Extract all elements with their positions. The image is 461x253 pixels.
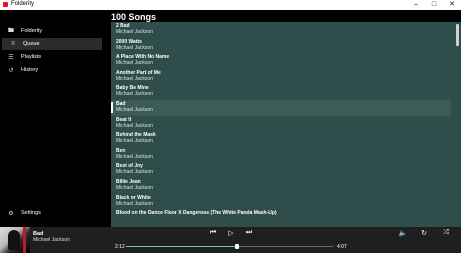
gear-icon: ⚙ [8, 210, 14, 217]
history-icon: ↺ [8, 67, 14, 74]
song-title: Black or White [116, 194, 151, 201]
repeat-icon: ↻ [421, 230, 427, 237]
page-title: 100 Songs [111, 12, 157, 22]
song-artist: Michael Jackson [116, 153, 153, 160]
skip-previous-icon: ⏮ [209, 229, 217, 236]
volume-button[interactable]: 🔈 [398, 229, 408, 237]
song-row[interactable]: Beat It Michael Jackson [111, 116, 451, 132]
sidebar-item-history[interactable]: ↺ History [0, 64, 106, 76]
progress-fill [126, 246, 237, 247]
sidebar-item-settings[interactable]: ⚙ Settings [0, 207, 106, 219]
song-artist: Michael Jackson [116, 75, 153, 82]
maximize-button[interactable]: □ [425, 0, 443, 10]
song-title: 2 Bad [116, 23, 130, 29]
sidebar-item-label: Settings [21, 210, 41, 216]
skip-next-icon: ⏭ [245, 229, 253, 236]
song-list[interactable]: Blood on the Dance Floor X Dangerous (Th… [111, 22, 461, 227]
song-row[interactable]: 2 Bad Michael Jackson [111, 22, 451, 38]
volume-icon: 🔈 [398, 230, 408, 237]
song-row[interactable]: Another Part of Me Michael Jackson [111, 69, 451, 85]
song-artist: Michael Jackson [116, 91, 153, 98]
song-row[interactable]: Billie Jean Michael Jackson [111, 178, 451, 194]
song-artist: Michael Jackson [116, 29, 153, 35]
song-artist: Michael Jackson [116, 185, 153, 191]
song-title: Best of Joy [116, 163, 143, 170]
song-title: Beat It [116, 116, 132, 123]
song-artist: Michael Jackson [116, 122, 153, 129]
queue-icon: ≡ [11, 41, 15, 47]
song-row[interactable]: Baby Be Mine Michael Jackson [111, 84, 451, 100]
song-title: Ben [116, 147, 126, 154]
song-row[interactable]: Ben Michael Jackson [111, 147, 451, 163]
main-content: 100 Songs Blood on the Dance Floor X Dan… [106, 10, 461, 227]
sidebar-item-playlists[interactable]: ☰ Playlists [0, 51, 106, 63]
song-title: Billie Jean [116, 179, 141, 185]
play-button[interactable]: ▷ [226, 229, 236, 237]
song-row[interactable]: Bad Michael Jackson [111, 100, 451, 116]
song-artist: Michael Jackson [116, 200, 153, 207]
song-row[interactable]: Blood on the Dance Floor X Dangerous (Th… [111, 209, 451, 225]
sidebar-item-label: Folderity [21, 28, 43, 34]
progress-slider[interactable] [126, 244, 333, 249]
song-row[interactable]: 2000 Watts Michael Jackson [111, 38, 451, 54]
sidebar-item-queue[interactable]: ≡ Queue [2, 38, 102, 50]
song-row[interactable]: Best of Joy Michael Jackson [111, 162, 451, 178]
total-duration: 4:07 [337, 244, 347, 250]
window-title: Folderity [11, 1, 35, 7]
song-artist: Michael Jackson [116, 44, 153, 51]
close-button[interactable]: ✕ [443, 0, 461, 10]
song-title: Behind the Mask [116, 132, 156, 139]
shuffle-button[interactable]: ⤮ [441, 229, 451, 237]
song-title: Baby Be Mine [116, 85, 149, 92]
scrollbar-thumb[interactable] [456, 24, 459, 46]
elapsed-time: 2:12 [115, 244, 125, 250]
play-icon: ▷ [228, 230, 234, 237]
song-title: Blood on the Dance Floor X Dangerous (Th… [116, 210, 277, 217]
song-title: Bad [116, 101, 126, 107]
now-playing-artist: Michael Jackson [33, 237, 70, 243]
song-artist: Michael Jackson [116, 138, 153, 145]
sidebar: 🖿 Folderity ≡ Queue ☰ Playlists ↺ Histor… [0, 10, 106, 227]
song-title: 2000 Watts [116, 38, 142, 45]
song-artist: Michael Jackson [116, 60, 153, 67]
song-row[interactable]: A Place With No Name Michael Jackson [111, 53, 451, 69]
title-bar: Folderity – □ ✕ [0, 0, 461, 10]
sidebar-item-label: Queue [23, 41, 40, 47]
sidebar-item-folderity[interactable]: 🖿 Folderity [0, 25, 106, 37]
song-artist: Michael Jackson [116, 169, 153, 176]
song-title: A Place With No Name [116, 54, 170, 61]
album-cover [0, 227, 30, 253]
app-logo-icon [3, 2, 8, 7]
song-row[interactable]: Behind the Mask Michael Jackson [111, 131, 451, 147]
playlist-icon: ☰ [8, 54, 14, 61]
sidebar-item-label: History [21, 67, 39, 73]
repeat-button[interactable]: ↻ [419, 229, 429, 237]
scrollbar[interactable] [456, 24, 459, 224]
next-button[interactable]: ⏭ [244, 229, 254, 237]
progress-thumb[interactable] [234, 244, 239, 249]
song-title: Another Part of Me [116, 69, 161, 76]
player-bar: Bad Michael Jackson ⏮ ▷ ⏭ 🔈 ↻ ⤮ 2:12 4:0… [0, 227, 461, 253]
sidebar-item-label: Playlists [21, 54, 42, 60]
song-artist: Michael Jackson [116, 107, 153, 113]
previous-button[interactable]: ⏮ [208, 229, 218, 237]
folder-icon: 🖿 [7, 28, 14, 34]
minimize-button[interactable]: – [407, 0, 425, 10]
shuffle-icon: ⤮ [443, 229, 449, 236]
song-row[interactable]: Black or White Michael Jackson [111, 194, 451, 210]
